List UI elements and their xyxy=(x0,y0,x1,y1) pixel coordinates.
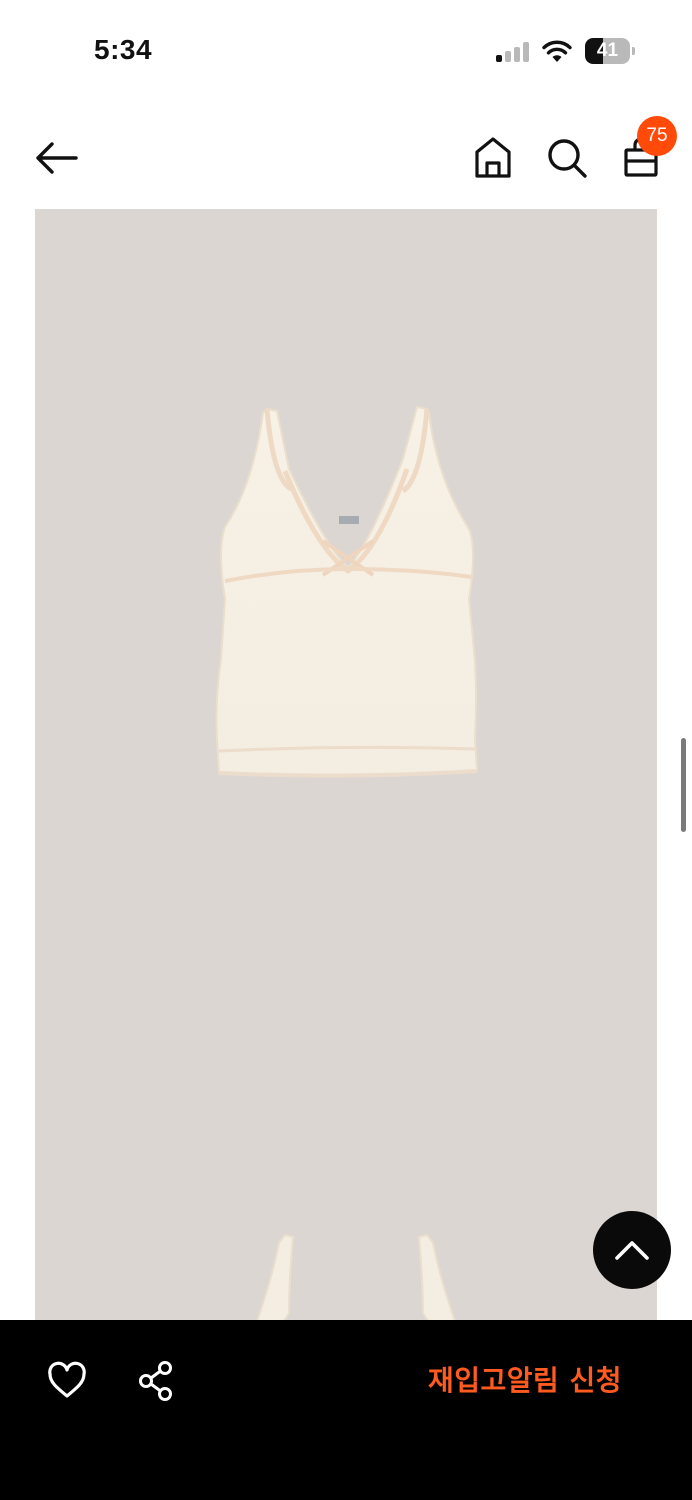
cart-count-badge: 75 xyxy=(637,116,677,156)
battery-icon: 41 xyxy=(585,38,635,64)
back-button[interactable] xyxy=(32,138,80,178)
top-nav-bar xyxy=(0,110,692,205)
cellular-signal-icon xyxy=(496,40,532,62)
arrow-left-icon xyxy=(36,142,78,174)
restock-alert-button[interactable]: 재입고알림 신청 xyxy=(400,1358,650,1404)
share-icon xyxy=(139,1361,172,1401)
tank-top-photo-2 xyxy=(256,1233,456,1320)
heart-icon xyxy=(48,1361,86,1398)
home-button[interactable] xyxy=(472,134,514,180)
share-button[interactable] xyxy=(136,1360,178,1402)
search-icon xyxy=(548,139,587,178)
tank-top-photo xyxy=(215,405,479,778)
status-time: 5:34 xyxy=(94,34,153,65)
battery-level: 41 xyxy=(596,40,619,61)
product-image[interactable] xyxy=(35,209,657,1320)
chevron-up-icon xyxy=(615,1241,649,1260)
like-button[interactable] xyxy=(46,1360,88,1402)
scroll-indicator[interactable] xyxy=(681,738,686,832)
search-button[interactable] xyxy=(545,134,589,180)
wifi-icon xyxy=(542,40,572,62)
status-bar: 5:34 41 xyxy=(0,0,692,100)
bottom-action-bar: 재입고알림 신청 xyxy=(0,1320,692,1500)
home-icon xyxy=(475,137,511,178)
scroll-to-top-button[interactable] xyxy=(593,1211,671,1289)
